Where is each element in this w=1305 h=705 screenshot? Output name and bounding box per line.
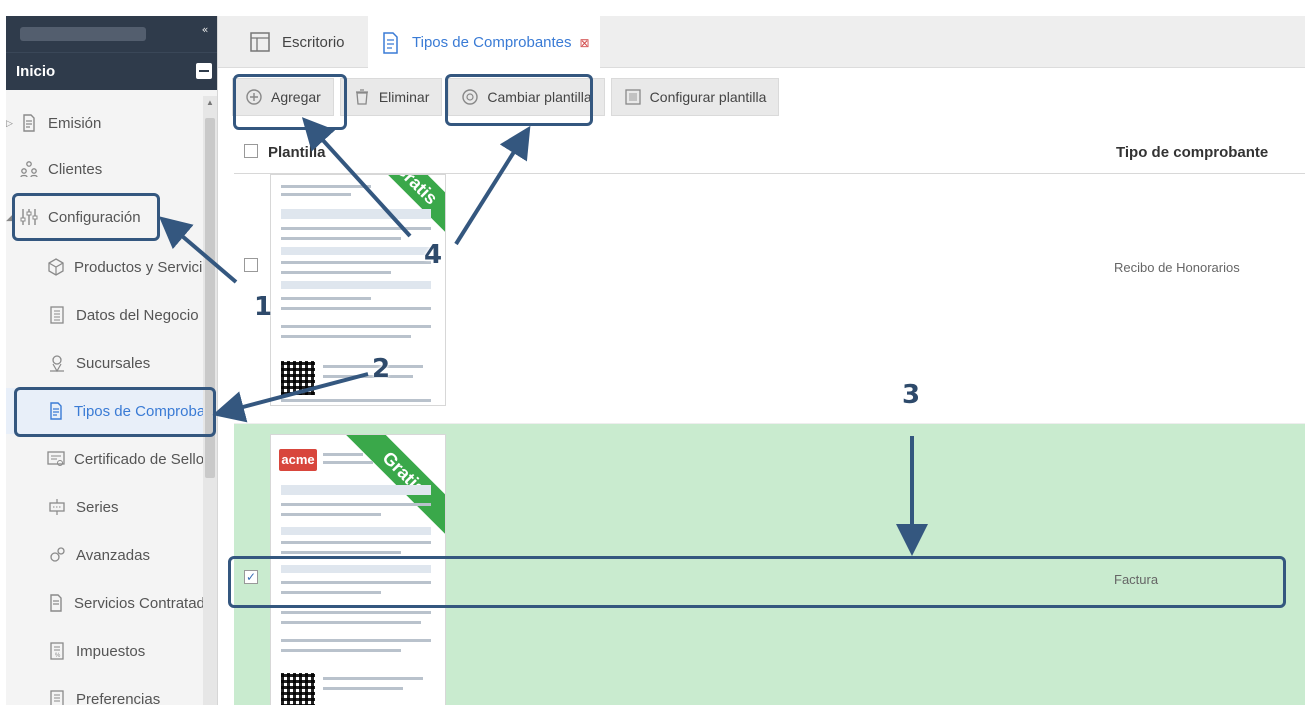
collapse-sidebar-icon[interactable]: « — [199, 23, 211, 37]
certificate-icon — [46, 448, 66, 470]
column-header-tipo-comprobante[interactable]: Tipo de comprobante — [1116, 144, 1268, 161]
users-icon — [18, 158, 40, 180]
sidebar-item-avanzadas[interactable]: Avanzadas — [6, 532, 203, 578]
expand-caret-icon[interactable]: ▷ — [6, 118, 13, 129]
sidebar-item-label: Emisión — [48, 114, 102, 132]
sidebar-item-servicios[interactable]: Servicios Contratados — [6, 580, 217, 626]
tab-bar: Escritorio Tipos de Comprobantes ⊠ — [218, 16, 1305, 69]
scroll-up-icon[interactable]: ▲ — [206, 98, 214, 107]
sidebar-item-emision[interactable]: ▷ Emisión — [6, 100, 203, 146]
sidebar-item-label: Avanzadas — [76, 546, 150, 564]
sidebar-item-label: Certificado de Sello D — [74, 450, 218, 468]
sidebar-user-bar: « — [6, 16, 217, 52]
sidebar-item-sucursales[interactable]: Sucursales — [6, 340, 203, 386]
tab-label: Escritorio — [282, 33, 345, 51]
sidebar-item-impuestos[interactable]: % Impuestos — [6, 628, 203, 674]
highlight-agregar — [233, 74, 347, 130]
sidebar: « Inicio ▷ Emisión Clientes ◢ Configurac… — [6, 16, 218, 705]
annotation-number-1: 1 — [254, 292, 273, 322]
sidebar-item-productos[interactable]: Productos y Servicios — [6, 244, 217, 290]
templates-grid: Plantilla Tipo de comprobante Gratis Rec… — [234, 130, 1305, 705]
location-icon — [46, 352, 68, 374]
building-icon — [46, 304, 68, 326]
document-icon — [46, 592, 66, 614]
sidebar-item-certificado[interactable]: Certificado de Sello D — [6, 436, 217, 482]
qr-code-icon — [281, 361, 315, 395]
configurar-plantilla-button[interactable]: Configurar plantilla — [610, 78, 780, 116]
highlight-cambiar-plantilla — [445, 74, 593, 126]
select-all-checkbox[interactable] — [244, 144, 258, 158]
tax-icon: % — [46, 640, 68, 662]
sidebar-item-preferencias[interactable]: Preferencias — [6, 676, 203, 705]
configure-template-icon — [624, 88, 642, 106]
tab-tipos-comprobantes[interactable]: Tipos de Comprobantes ⊠ — [368, 16, 600, 69]
trash-icon — [353, 88, 371, 106]
acme-logo: acme — [279, 449, 317, 471]
eliminar-button[interactable]: Eliminar — [339, 78, 443, 116]
sidebar-item-label: Preferencias — [76, 690, 161, 705]
tab-escritorio[interactable]: Escritorio — [248, 16, 345, 68]
tipo-comprobante-cell: Recibo de Honorarios — [1114, 260, 1240, 275]
annotation-number-2: 2 — [372, 354, 391, 384]
sidebar-item-label: Impuestos — [76, 642, 146, 660]
svg-text:%: % — [55, 653, 61, 659]
gear-icon — [46, 544, 68, 566]
table-row[interactable]: Gratis Recibo de Honorarios — [234, 174, 1305, 424]
document-icon — [378, 31, 402, 55]
configurar-plantilla-label: Configurar plantilla — [649, 89, 767, 105]
sidebar-item-clientes[interactable]: Clientes — [6, 146, 203, 192]
row-checkbox[interactable] — [244, 258, 258, 272]
sidebar-item-label: Productos y Servicios — [74, 258, 218, 276]
qr-code-icon — [281, 673, 315, 705]
desktop-icon — [248, 30, 272, 54]
sidebar-item-label: Series — [76, 498, 119, 516]
box-icon — [46, 256, 66, 278]
inicio-label: Inicio — [16, 63, 56, 80]
eliminar-label: Eliminar — [378, 89, 430, 105]
highlight-configuracion — [12, 193, 160, 241]
sidebar-item-label: Sucursales — [76, 354, 151, 372]
template-thumbnail: Gratis — [270, 174, 446, 406]
sidebar-inicio-header[interactable]: Inicio — [6, 52, 217, 90]
series-icon — [46, 496, 68, 518]
annotation-number-3: 3 — [902, 380, 921, 410]
sidebar-item-label: Servicios Contratados — [74, 594, 218, 612]
tab-label: Tipos de Comprobantes — [412, 34, 572, 51]
close-tab-icon[interactable]: ⊠ — [580, 36, 590, 50]
column-header-plantilla[interactable]: Plantilla — [268, 144, 326, 161]
annotation-number-4: 4 — [424, 240, 443, 270]
user-name-blurred — [20, 27, 146, 41]
sidebar-item-datos-negocio[interactable]: Datos del Negocio — [6, 292, 203, 338]
sidebar-item-label: Datos del Negocio — [76, 306, 199, 324]
sidebar-item-label: Clientes — [48, 160, 103, 178]
sidebar-item-series[interactable]: Series — [6, 484, 203, 530]
document-icon — [18, 112, 40, 134]
highlight-factura-row — [228, 556, 1286, 608]
highlight-tipos-comprobantes — [14, 387, 216, 437]
inicio-collapse-button[interactable] — [196, 63, 212, 79]
preferences-icon — [46, 688, 68, 705]
grid-header: Plantilla Tipo de comprobante — [234, 130, 1305, 174]
